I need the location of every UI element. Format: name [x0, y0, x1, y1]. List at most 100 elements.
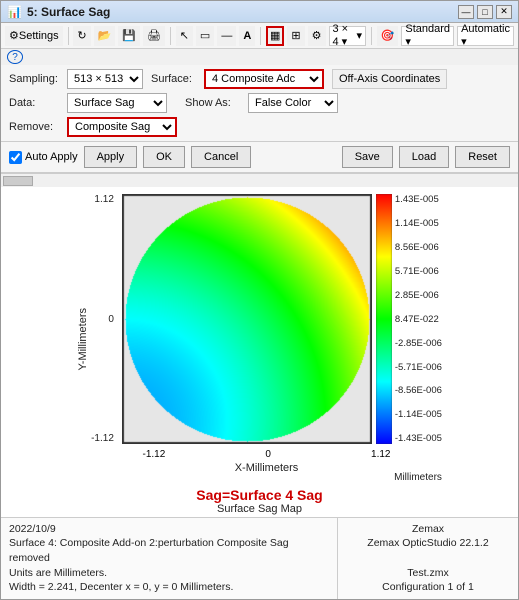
surface-label: Surface:: [151, 73, 196, 85]
x-ticks-row: -1.12 0 1.12: [143, 449, 391, 460]
text-button[interactable]: A: [239, 26, 255, 46]
data-select[interactable]: Surface Sag: [67, 93, 167, 113]
info-bar: 2022/10/9 Surface 4: Composite Add-on 2:…: [1, 517, 518, 599]
cursor-button[interactable]: ↖: [176, 26, 193, 46]
minimize-button[interactable]: —: [458, 5, 474, 19]
show-as-label: Show As:: [185, 97, 240, 109]
y-tick-top: 1.12: [94, 194, 113, 205]
y-tick-mid: 0: [108, 314, 114, 325]
grid-active-button[interactable]: ▦: [266, 26, 284, 46]
maximize-button[interactable]: □: [477, 5, 493, 19]
load-button[interactable]: Load: [399, 146, 449, 168]
cb-val-10: -1.43E-005: [395, 433, 442, 444]
cb-val-8: -8.56E-006: [395, 385, 442, 396]
controls-panel: Sampling: 513 × 513 Surface: 4 Composite…: [1, 65, 518, 142]
apply-button[interactable]: Apply: [84, 146, 138, 168]
cb-val-4: 2.85E-006: [395, 290, 442, 301]
off-axis-button[interactable]: Off-Axis Coordinates: [332, 69, 447, 89]
horizontal-scrollbar[interactable]: [1, 173, 518, 187]
toolbar: ⚙ Settings ↻ 📂 💾 🖨 ↖ ▭ — A ▦ ⊞ ⚙ 3 × 4 ▾…: [1, 23, 518, 49]
open-button[interactable]: 📂: [94, 26, 116, 46]
plot-canvas: [122, 194, 372, 444]
x-tick-mid: 0: [265, 449, 271, 460]
colorbar-canvas: [376, 194, 392, 444]
surface-select[interactable]: 4 Composite Adc: [204, 69, 324, 89]
colorbar-labels: 1.43E-005 1.14E-005 8.56E-006 5.71E-006 …: [395, 194, 442, 444]
rect-button[interactable]: ▭: [196, 26, 214, 46]
chart-subtitle: Surface Sag Map: [217, 503, 302, 515]
remove-select[interactable]: Composite Sag: [67, 117, 177, 137]
window-icon: 📊: [7, 5, 22, 19]
info-left: 2022/10/9 Surface 4: Composite Add-on 2:…: [1, 518, 338, 599]
chart-with-colorbar: 1.12 0 -1.12 1.43E-005 1.14E-005 8.56E-0…: [91, 194, 442, 447]
save-icon-button[interactable]: 💾: [118, 26, 140, 46]
remove-label: Remove:: [9, 121, 59, 133]
info-right: Zemax Zemax OpticStudio 22.1.2 Test.zmx …: [338, 518, 518, 599]
auto-apply-label[interactable]: Auto Apply: [9, 151, 78, 164]
data-label: Data:: [9, 97, 59, 109]
cb-val-2: 8.56E-006: [395, 242, 442, 253]
sampling-select[interactable]: 513 × 513: [67, 69, 143, 89]
toolbar-separator-2: [170, 27, 171, 45]
y-tick-bot: -1.12: [91, 433, 114, 444]
cb-val-6: -2.85E-006: [395, 338, 442, 349]
info-surface: Surface 4: Composite Add-on 2:perturbati…: [9, 536, 329, 565]
cancel-button[interactable]: Cancel: [191, 146, 251, 168]
refresh-button[interactable]: ↻: [73, 26, 90, 46]
controls-row-2: Data: Surface Sag Show As: False Color: [9, 93, 510, 113]
cb-val-5: 8.47E-022: [395, 314, 442, 325]
cb-val-0: 1.43E-005: [395, 194, 442, 205]
cb-val-3: 5.71E-006: [395, 266, 442, 277]
grid-dropdown[interactable]: 3 × 4 ▾ ▾: [329, 26, 366, 46]
x-tick-right: 1.12: [371, 449, 390, 460]
window-title: 5: Surface Sag: [27, 5, 110, 19]
reset-button[interactable]: Reset: [455, 146, 510, 168]
cb-val-7: -5.71E-006: [395, 362, 442, 373]
toolbar-separator-3: [260, 27, 261, 45]
info-version: Zemax OpticStudio 22.1.2: [346, 536, 510, 551]
close-button[interactable]: ✕: [496, 5, 512, 19]
info-file: Test.zmx: [346, 566, 510, 581]
layout-button[interactable]: ⊞: [287, 26, 304, 46]
colorbar-area: 1.43E-005 1.14E-005 8.56E-006 5.71E-006 …: [376, 194, 442, 444]
cb-val-9: -1.14E-005: [395, 409, 442, 420]
info-units: Units are Millimeters.: [9, 566, 329, 581]
standard-dropdown[interactable]: Standard ▾: [401, 26, 454, 46]
controls-row-1: Sampling: 513 × 513 Surface: 4 Composite…: [9, 69, 510, 89]
chart-container: Y-Millimeters 1.12 0 -1.12 1.43E-005: [1, 191, 518, 487]
chevron-down-icon: ▾: [356, 29, 362, 42]
cb-val-1: 1.14E-005: [395, 218, 442, 229]
show-as-select[interactable]: False Color: [248, 93, 338, 113]
main-window: 📊 5: Surface Sag — □ ✕ ⚙ Settings ↻ 📂 💾 …: [0, 0, 519, 600]
info-width: Width = 2.241, Decenter x = 0, y = 0 Mil…: [9, 580, 329, 595]
x-axis-label: X-Millimeters: [235, 462, 299, 474]
info-spacer: [346, 551, 510, 566]
line-button[interactable]: —: [217, 26, 236, 46]
title-bar: 📊 5: Surface Sag — □ ✕: [1, 1, 518, 23]
colorbar-unit: Millimeters: [394, 472, 442, 483]
settings-icon: ⚙: [9, 29, 19, 42]
toolbar-separator-4: [371, 27, 372, 45]
print-button[interactable]: 🖨: [143, 26, 165, 46]
chart-inner: 1.12 0 -1.12 1.43E-005 1.14E-005 8.56E-0…: [91, 194, 442, 483]
auto-apply-checkbox[interactable]: [9, 151, 22, 164]
settings2-button[interactable]: ⚙: [308, 26, 326, 46]
title-bar-controls: — □ ✕: [458, 5, 512, 19]
y-axis-label: Y-Millimeters: [77, 308, 89, 371]
sampling-label: Sampling:: [9, 73, 59, 85]
help-icon[interactable]: ?: [7, 50, 23, 64]
ok-button[interactable]: OK: [143, 146, 185, 168]
help-bar: ?: [1, 49, 518, 65]
settings-button[interactable]: ⚙ Settings: [5, 26, 63, 46]
toolbar-separator-1: [68, 27, 69, 45]
scroll-thumb[interactable]: [3, 176, 33, 186]
chart-area: Y-Millimeters 1.12 0 -1.12 1.43E-005: [1, 187, 518, 517]
info-config: Configuration 1 of 1: [346, 580, 510, 595]
save-button[interactable]: Save: [342, 146, 393, 168]
plot-area: [122, 194, 372, 447]
controls-row-3: Remove: Composite Sag: [9, 117, 510, 137]
x-tick-left: -1.12: [143, 449, 166, 460]
zemax-button[interactable]: 🎯: [377, 26, 399, 46]
automatic-dropdown[interactable]: Automatic ▾: [457, 26, 514, 46]
info-date: 2022/10/9: [9, 522, 329, 537]
